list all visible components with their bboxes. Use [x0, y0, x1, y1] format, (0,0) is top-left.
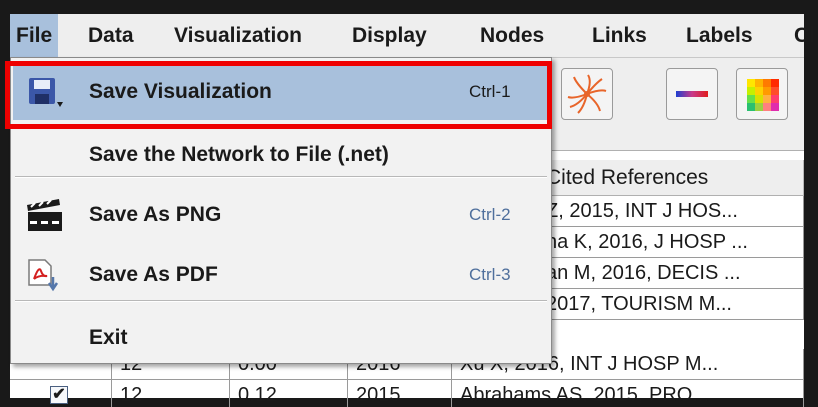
table-cell: 0.12: [230, 380, 348, 407]
menu-nodes[interactable]: Nodes: [480, 14, 544, 57]
menu-item-save-network[interactable]: Save the Network to File (.net): [11, 133, 551, 177]
color-grid-button[interactable]: [736, 68, 788, 120]
menu-item-label: Save As PNG: [89, 203, 222, 226]
menu-item-label: Save the Network to File (.net): [89, 143, 389, 166]
color-gradient-button[interactable]: [666, 68, 718, 120]
callout-highlight-box: [5, 61, 552, 129]
menu-item-label: Exit: [89, 326, 128, 349]
starburst-layout-icon: [567, 74, 607, 114]
menu-item-save-png[interactable]: Save As PNG Ctrl-2: [11, 193, 551, 237]
row-select-cell: ✔: [10, 380, 112, 407]
table-cell: 2015: [348, 380, 452, 407]
menu-data[interactable]: Data: [88, 14, 134, 57]
table-row[interactable]: Z, 2015, INT J HOS...: [538, 196, 804, 227]
column-header-cited-references[interactable]: Cited References: [538, 160, 804, 196]
menu-file[interactable]: File: [10, 14, 59, 57]
row-checkbox[interactable]: ✔: [50, 386, 68, 404]
table-row[interactable]: 2017, TOURISM M...: [538, 289, 804, 320]
menu-item-label: Save As PDF: [89, 263, 218, 286]
menu-links[interactable]: Links: [592, 14, 647, 57]
table-row[interactable]: na K, 2016, J HOSP ...: [538, 227, 804, 258]
frame-right: [804, 0, 818, 407]
menu-display[interactable]: Display: [352, 14, 427, 57]
menu-labels[interactable]: Labels: [686, 14, 753, 57]
menu-visualization[interactable]: Visualization: [174, 14, 302, 57]
color-gradient-icon: [676, 91, 708, 97]
menu-separator: [15, 176, 547, 178]
table-cell-ref[interactable]: Abrahams AS, 2015, PRO...: [452, 380, 804, 407]
starburst-layout-button[interactable]: [561, 68, 613, 120]
menu-clusters[interactable]: Cl: [794, 14, 815, 57]
menu-item-shortcut: Ctrl-3: [469, 265, 511, 284]
frame-top: [0, 0, 818, 14]
table-cell: 12: [112, 380, 230, 407]
menu-item-exit[interactable]: Exit: [11, 316, 551, 360]
table-row[interactable]: an M, 2016, DECIS ...: [538, 258, 804, 289]
menu-item-shortcut: Ctrl-2: [469, 205, 511, 224]
clapperboard-icon: [27, 199, 62, 231]
color-grid-icon: [747, 79, 779, 111]
menu-item-save-pdf[interactable]: Save As PDF Ctrl-3: [11, 253, 551, 297]
menu-separator: [15, 300, 547, 302]
pdf-export-icon: [28, 259, 59, 292]
application-window: File Data Visualization Display Nodes Li…: [0, 0, 818, 407]
menu-bar: File Data Visualization Display Nodes Li…: [10, 14, 815, 58]
